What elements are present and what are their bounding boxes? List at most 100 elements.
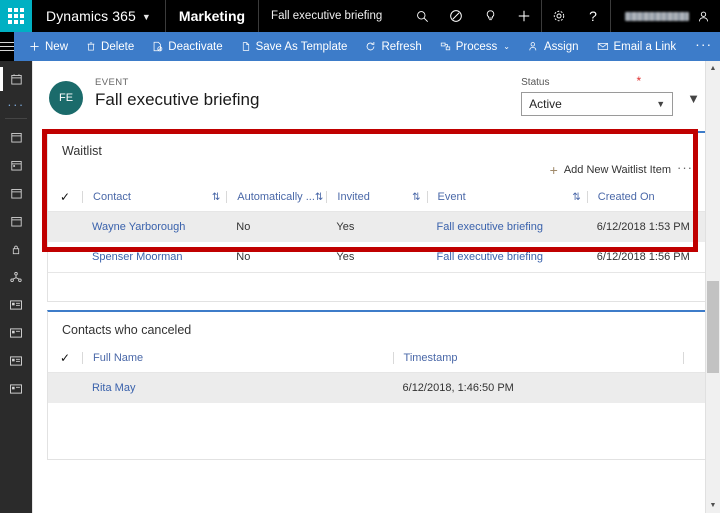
sidebar-item-calendar-1[interactable] bbox=[0, 65, 32, 93]
table-row[interactable]: Spenser Moorman No Yes Fall executive br… bbox=[48, 242, 705, 273]
column-header-automatically[interactable]: Automatically ... ⇅ bbox=[226, 184, 327, 212]
scroll-up-arrow-icon[interactable]: ▲ bbox=[706, 61, 720, 76]
help-icon[interactable]: ? bbox=[576, 0, 610, 32]
status-dropdown[interactable]: Active ▼ bbox=[521, 92, 674, 116]
quick-create-icon[interactable] bbox=[507, 0, 541, 32]
process-icon bbox=[440, 42, 450, 51]
select-all-checkbox[interactable]: ✓ bbox=[48, 345, 83, 373]
chevron-down-icon: ⌄ bbox=[503, 42, 510, 51]
app-body: ··· FE EVENT Fall executive briefing Sta… bbox=[0, 61, 720, 513]
brand-dynamics-365[interactable]: Dynamics 365 ▼ bbox=[32, 0, 166, 32]
process-button[interactable]: Process ⌄ bbox=[431, 32, 519, 61]
breadcrumb: Fall executive briefing bbox=[271, 10, 383, 22]
table-row[interactable]: Rita May 6/12/2018, 1:46:50 PM bbox=[48, 372, 705, 404]
cell-contact[interactable]: Wayne Yarborough bbox=[82, 212, 226, 243]
refresh-icon bbox=[367, 41, 375, 51]
sidebar-item-calendar-2[interactable] bbox=[0, 123, 32, 151]
sidebar-divider bbox=[5, 118, 27, 119]
sidebar-item-card-4[interactable] bbox=[0, 375, 32, 403]
sidebar-item-more-dots[interactable]: ··· bbox=[0, 93, 32, 115]
waitlist-overflow-button[interactable]: ··· bbox=[677, 160, 693, 180]
deactivate-button-label: Deactivate bbox=[168, 40, 223, 53]
contact-link[interactable]: Wayne Yarborough bbox=[92, 221, 185, 233]
column-header-automatically-label: Automatically ... bbox=[237, 191, 315, 203]
full-name-link[interactable]: Rita May bbox=[92, 382, 135, 394]
sidebar-item-calendar-4[interactable] bbox=[0, 179, 32, 207]
select-all-checkbox[interactable]: ✓ bbox=[48, 184, 83, 212]
column-header-timestamp[interactable]: Timestamp bbox=[392, 345, 683, 373]
column-header-full-name[interactable]: Full Name bbox=[82, 345, 393, 373]
save-as-template-button[interactable]: Save As Template bbox=[232, 32, 357, 61]
column-header-created-on[interactable]: Created On ↑ bbox=[586, 184, 705, 212]
process-button-label: Process bbox=[455, 40, 498, 53]
waffle-grid bbox=[8, 8, 24, 24]
column-header-contact[interactable]: Contact ⇅ bbox=[82, 184, 227, 212]
app-name-marketing[interactable]: Marketing bbox=[166, 0, 260, 32]
settings-icon[interactable] bbox=[542, 0, 576, 32]
row-checkbox[interactable] bbox=[48, 373, 82, 404]
sidebar-item-calendar-5[interactable] bbox=[0, 207, 32, 235]
scroll-down-arrow-icon[interactable]: ▼ bbox=[706, 498, 720, 513]
site-map-toggle-icon[interactable] bbox=[0, 32, 14, 61]
avatar: FE bbox=[49, 81, 83, 115]
column-header-event[interactable]: Event ⇅ bbox=[426, 184, 587, 212]
table-row[interactable]: Wayne Yarborough No Yes Fall executive b… bbox=[48, 211, 705, 243]
add-new-waitlist-item-button[interactable]: + Add New Waitlist Item bbox=[550, 163, 671, 177]
app-launcher-icon[interactable] bbox=[0, 0, 32, 32]
canceled-title-gap bbox=[48, 337, 705, 345]
cell-full-name[interactable]: Rita May bbox=[82, 373, 392, 404]
email-a-link-button[interactable]: Email a Link bbox=[588, 32, 686, 61]
sidebar-item-calendar-3[interactable] bbox=[0, 151, 32, 179]
event-link[interactable]: Fall executive briefing bbox=[437, 221, 543, 233]
sidebar-item-card-1[interactable] bbox=[0, 291, 32, 319]
assign-button[interactable]: Assign bbox=[519, 32, 588, 61]
sidebar-item-network[interactable] bbox=[0, 263, 32, 291]
user-account[interactable] bbox=[610, 0, 720, 32]
assistant-icon[interactable] bbox=[439, 0, 473, 32]
sidebar-item-card-3[interactable] bbox=[0, 347, 32, 375]
lightbulb-icon[interactable] bbox=[473, 0, 507, 32]
cell-event[interactable]: Fall executive briefing bbox=[427, 212, 587, 243]
lock-icon bbox=[12, 245, 20, 254]
status-value: Active bbox=[529, 97, 562, 111]
header-collapse-chevron-icon[interactable]: ▼ bbox=[681, 77, 702, 106]
canceled-panel: Contacts who canceled ✓ Full Name Timest… bbox=[47, 310, 706, 460]
event-link[interactable]: Fall executive briefing bbox=[437, 251, 543, 263]
status-field: Status * Active ▼ bbox=[521, 75, 674, 116]
deactivate-button[interactable]: Deactivate bbox=[143, 32, 231, 61]
email-a-link-button-label: Email a Link bbox=[613, 40, 677, 53]
content-scrollbar[interactable]: ▲ ▼ bbox=[705, 61, 720, 513]
scrollbar-track[interactable] bbox=[706, 76, 720, 498]
sidebar-item-lock[interactable] bbox=[0, 235, 32, 263]
card-icon bbox=[10, 328, 22, 338]
search-icon[interactable] bbox=[405, 0, 439, 32]
canceled-grid: ✓ Full Name Timestamp Rita May 6/12/2018… bbox=[48, 345, 705, 403]
topnav-spacer bbox=[394, 0, 405, 32]
brand-label: Dynamics 365 bbox=[46, 8, 136, 24]
command-overflow-button[interactable]: ··· bbox=[685, 32, 720, 61]
column-header-full-name-label: Full Name bbox=[93, 352, 144, 364]
cell-event[interactable]: Fall executive briefing bbox=[426, 242, 587, 273]
cell-contact[interactable]: Spenser Moorman bbox=[82, 242, 227, 273]
contact-link[interactable]: Spenser Moorman bbox=[92, 251, 183, 263]
calendar-icon bbox=[10, 160, 22, 170]
form-content-area: FE EVENT Fall executive briefing Status … bbox=[32, 61, 720, 513]
new-button[interactable]: New bbox=[20, 32, 77, 61]
cell-created-on: 6/12/2018 1:56 PM bbox=[586, 242, 705, 273]
record-header-right: Status * Active ▼ ▼ bbox=[521, 75, 702, 116]
sidebar-item-card-2[interactable] bbox=[0, 319, 32, 347]
refresh-button[interactable]: Refresh bbox=[356, 32, 430, 61]
topnav-icon-group-primary bbox=[405, 0, 541, 32]
user-name-blurred bbox=[625, 11, 689, 21]
delete-button[interactable]: Delete bbox=[77, 32, 143, 61]
new-button-label: New bbox=[45, 40, 69, 53]
column-header-invited-label: Invited bbox=[337, 191, 370, 203]
scrollbar-thumb[interactable] bbox=[707, 281, 719, 373]
column-header-invited[interactable]: Invited ⇅ bbox=[326, 184, 427, 212]
row-checkbox[interactable] bbox=[48, 212, 82, 243]
page-icon bbox=[242, 42, 249, 51]
row-checkbox[interactable] bbox=[48, 242, 83, 273]
column-header-timestamp-label: Timestamp bbox=[403, 352, 458, 364]
canceled-title: Contacts who canceled bbox=[62, 323, 192, 337]
save-as-template-button-label: Save As Template bbox=[255, 40, 348, 53]
